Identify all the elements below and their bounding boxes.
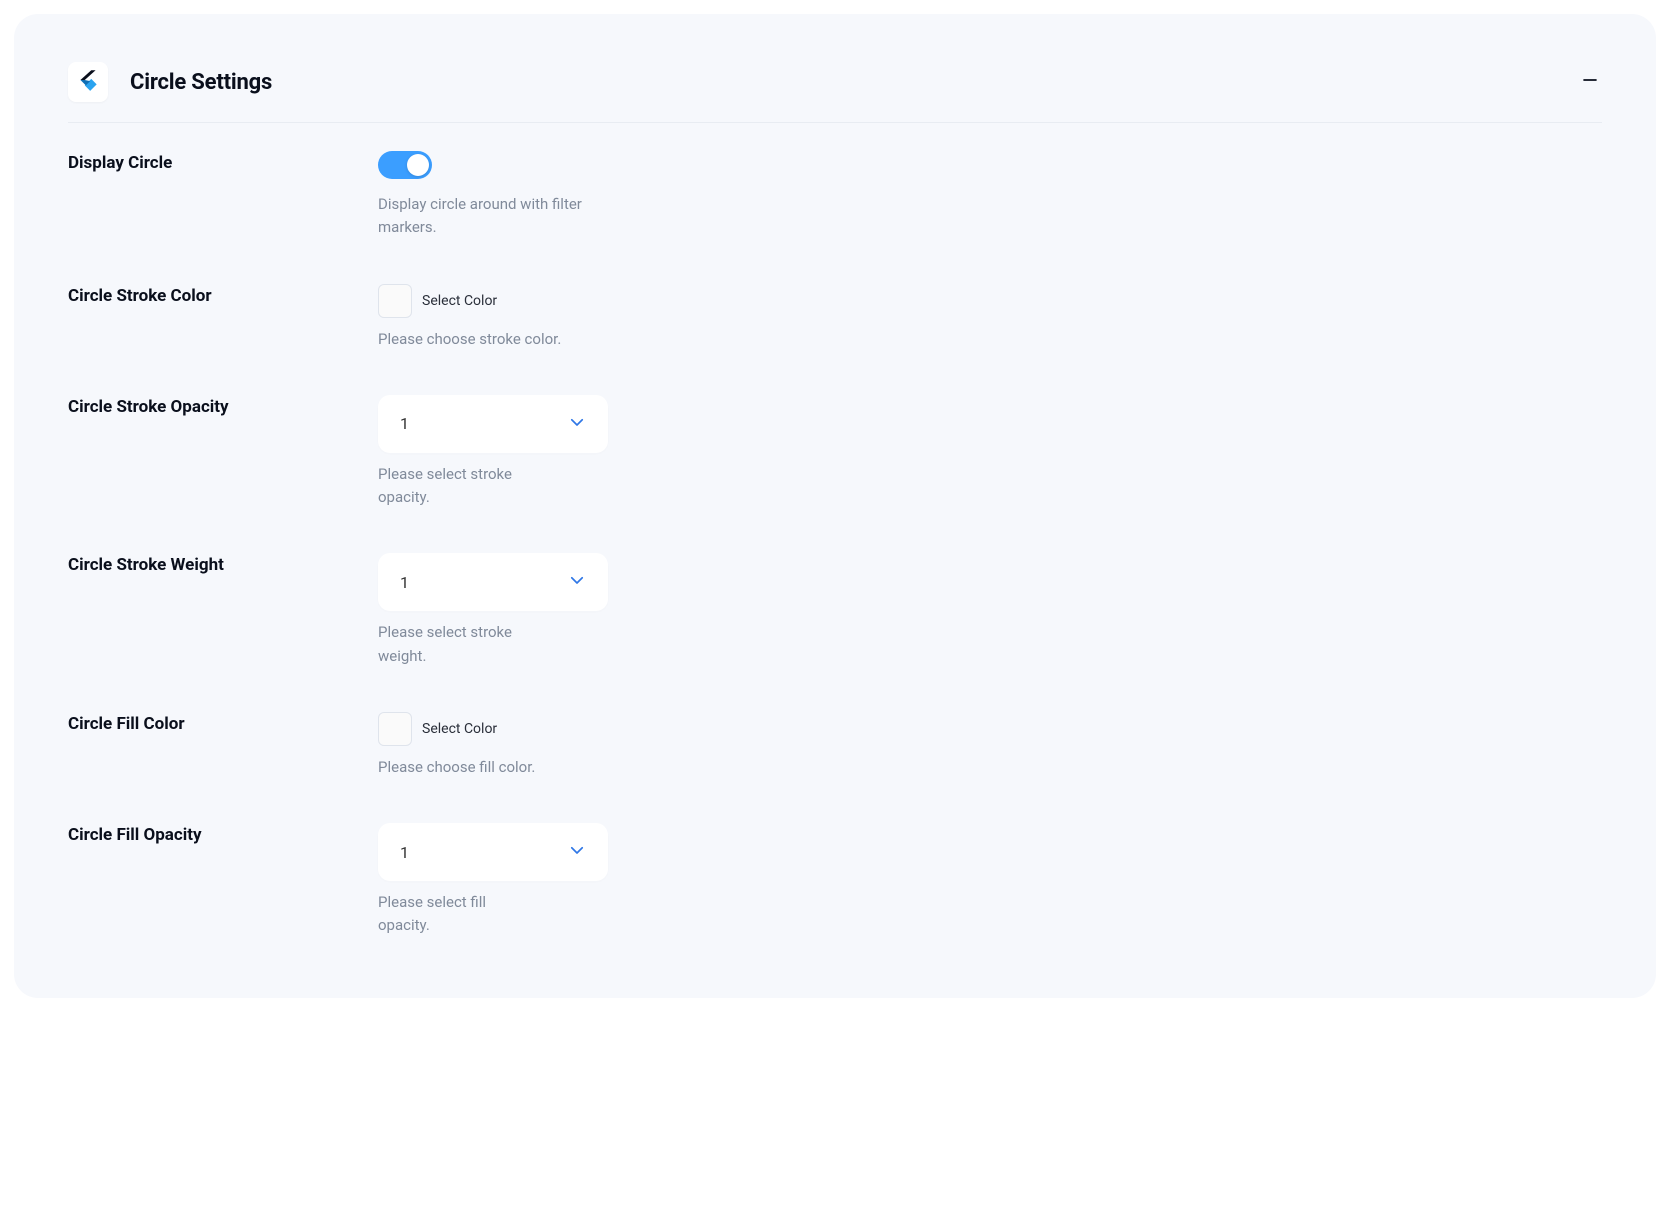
panel-logo (68, 62, 108, 102)
label-fill-opacity: Circle Fill Opacity (68, 823, 378, 845)
row-display-circle: Display Circle Display circle around wit… (68, 151, 1602, 240)
fill-opacity-select[interactable]: 1 (378, 823, 608, 881)
panel-header-left: Circle Settings (68, 62, 272, 102)
stroke-color-swatch[interactable] (378, 284, 412, 318)
help-stroke-color: Please choose stroke color. (378, 328, 638, 351)
fill-color-picker: Select Color (378, 712, 1602, 746)
chevron-down-icon (568, 413, 586, 435)
row-stroke-opacity: Circle Stroke Opacity 1 Please select st… (68, 395, 1602, 510)
help-display-circle: Display circle around with filter marker… (378, 193, 638, 240)
fill-opacity-value: 1 (400, 843, 409, 862)
row-stroke-weight: Circle Stroke Weight 1 Please select str… (68, 553, 1602, 668)
chevron-down-icon (568, 841, 586, 863)
stroke-color-button-label: Select Color (422, 293, 497, 309)
help-fill-opacity: Please select fill opacity. (378, 891, 538, 938)
label-stroke-weight: Circle Stroke Weight (68, 553, 378, 575)
collapse-button[interactable] (1578, 70, 1602, 94)
help-fill-color: Please choose fill color. (378, 756, 638, 779)
help-stroke-weight: Please select stroke weight. (378, 621, 538, 668)
stroke-opacity-value: 1 (400, 414, 409, 433)
panel-title: Circle Settings (130, 70, 272, 95)
stroke-opacity-select[interactable]: 1 (378, 395, 608, 453)
stroke-weight-select[interactable]: 1 (378, 553, 608, 611)
control-fill-color: Select Color Please choose fill color. (378, 712, 1602, 779)
fill-color-swatch[interactable] (378, 712, 412, 746)
circle-settings-panel: Circle Settings Display Circle Display c… (14, 14, 1656, 998)
row-stroke-color: Circle Stroke Color Select Color Please … (68, 284, 1602, 351)
stroke-color-picker: Select Color (378, 284, 1602, 318)
control-stroke-opacity: 1 Please select stroke opacity. (378, 395, 1602, 510)
row-fill-opacity: Circle Fill Opacity 1 Please select fill… (68, 823, 1602, 938)
fill-color-button-label: Select Color (422, 721, 497, 737)
label-display-circle: Display Circle (68, 151, 378, 173)
stroke-weight-value: 1 (400, 573, 409, 592)
chevron-down-icon (568, 571, 586, 593)
label-fill-color: Circle Fill Color (68, 712, 378, 734)
display-circle-toggle[interactable] (378, 151, 432, 179)
help-stroke-opacity: Please select stroke opacity. (378, 463, 538, 510)
chevrons-icon (75, 67, 101, 97)
control-display-circle: Display circle around with filter marker… (378, 151, 1602, 240)
label-stroke-color: Circle Stroke Color (68, 284, 378, 306)
control-fill-opacity: 1 Please select fill opacity. (378, 823, 1602, 938)
row-fill-color: Circle Fill Color Select Color Please ch… (68, 712, 1602, 779)
control-stroke-color: Select Color Please choose stroke color. (378, 284, 1602, 351)
panel-header: Circle Settings (68, 62, 1602, 123)
label-stroke-opacity: Circle Stroke Opacity (68, 395, 378, 417)
control-stroke-weight: 1 Please select stroke weight. (378, 553, 1602, 668)
minus-icon (1581, 70, 1599, 94)
